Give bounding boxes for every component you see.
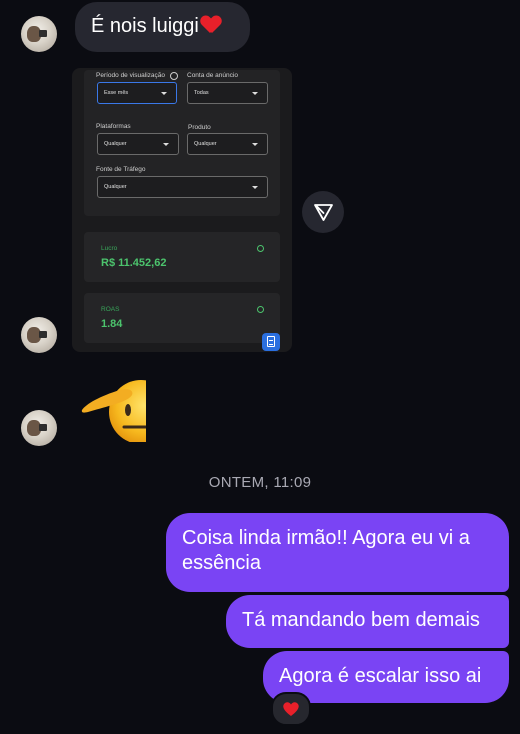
metric-card-roas: ROAS 1.84 bbox=[84, 293, 280, 343]
select-value: Esse mês bbox=[104, 90, 129, 96]
avatar[interactable] bbox=[21, 16, 57, 52]
select-value: Qualquer bbox=[104, 141, 127, 147]
chevron-down-icon bbox=[252, 92, 258, 95]
shared-image[interactable]: Período de visualização Esse mês Conta d… bbox=[72, 68, 292, 352]
info-icon bbox=[170, 72, 178, 80]
filter-label-produto: Produto bbox=[188, 124, 211, 131]
sent-message-bubble[interactable]: Tá mandando bem demais bbox=[226, 595, 509, 648]
chevron-down-icon bbox=[252, 186, 258, 189]
message-text: Tá mandando bem demais bbox=[242, 609, 480, 631]
message-text: Agora é escalar isso ai bbox=[279, 665, 482, 687]
select-value: Qualquer bbox=[104, 184, 127, 190]
select-periodo: Esse mês bbox=[97, 82, 177, 104]
chevron-down-icon bbox=[252, 143, 258, 146]
info-icon bbox=[257, 306, 264, 313]
select-conta: Todas bbox=[187, 82, 268, 104]
metric-card-lucro: Lucro R$ 11.452,62 bbox=[84, 232, 280, 282]
heart-icon bbox=[283, 702, 299, 716]
filter-label-periodo: Período de visualização bbox=[96, 72, 166, 79]
message-text: Coisa linda irmão!! Agora eu vi a essênc… bbox=[182, 527, 470, 574]
metric-label: Lucro bbox=[101, 245, 118, 252]
info-icon bbox=[257, 245, 264, 252]
received-message-bubble[interactable]: É nois luiggi bbox=[75, 2, 250, 52]
select-value: Todas bbox=[194, 90, 209, 96]
metric-label: ROAS bbox=[101, 306, 120, 313]
filter-label-plataformas: Plataformas bbox=[96, 123, 131, 130]
sent-message-bubble[interactable]: Coisa linda irmão!! Agora eu vi a essênc… bbox=[166, 513, 509, 592]
filters-panel: Período de visualização Esse mês Conta d… bbox=[84, 70, 280, 216]
metric-value: 1.84 bbox=[101, 318, 123, 330]
heart-emoji-icon bbox=[201, 16, 221, 34]
filter-label-fonte: Fonte de Tráfego bbox=[96, 166, 146, 173]
saluting-face-emoji-icon[interactable] bbox=[80, 380, 146, 442]
select-fonte: Qualquer bbox=[97, 176, 268, 198]
chevron-down-icon bbox=[163, 143, 169, 146]
document-icon bbox=[262, 333, 280, 351]
select-produto: Qualquer bbox=[187, 133, 268, 155]
message-text: É nois luiggi bbox=[91, 15, 199, 37]
filter-label-conta: Conta de anúncio bbox=[187, 72, 238, 79]
reaction-badge[interactable] bbox=[271, 692, 311, 726]
share-button[interactable] bbox=[302, 191, 344, 233]
select-value: Qualquer bbox=[194, 141, 217, 147]
conversation-timestamp: ONTEM, 11:09 bbox=[208, 474, 312, 491]
avatar[interactable] bbox=[21, 410, 57, 446]
chevron-down-icon bbox=[161, 92, 167, 95]
avatar[interactable] bbox=[21, 317, 57, 353]
select-plataformas: Qualquer bbox=[97, 133, 179, 155]
send-icon bbox=[314, 204, 333, 221]
metric-value: R$ 11.452,62 bbox=[101, 257, 167, 269]
